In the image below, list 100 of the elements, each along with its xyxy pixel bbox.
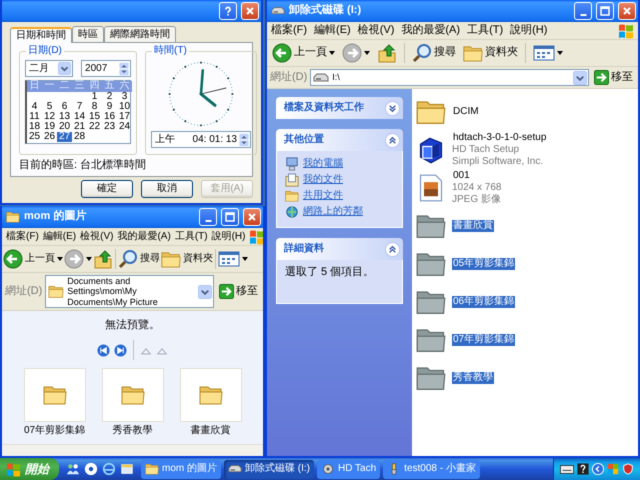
go-button[interactable]: 移至: [217, 284, 260, 300]
sidebar-link[interactable]: 網路上的芳鄰: [285, 205, 394, 219]
calendar-day[interactable]: 18: [27, 122, 42, 132]
file-name[interactable]: 06年剪影集錦: [452, 296, 516, 308]
weekday-label: 二: [57, 81, 72, 92]
menu-item[interactable]: 檔案(F): [6, 230, 39, 242]
menu-item[interactable]: 我的最愛(A): [401, 24, 460, 38]
year-spinner[interactable]: 2007: [81, 60, 131, 77]
calendar-day[interactable]: 28: [72, 132, 87, 142]
calendar-day[interactable]: 1: [87, 92, 102, 102]
panel-title: 檔案及資料夾工作: [284, 102, 365, 114]
sidebar-link[interactable]: 我的電腦: [285, 157, 394, 171]
file-name[interactable]: 07年剪影集錦: [452, 334, 516, 346]
back-button[interactable]: 上一頁: [270, 42, 337, 64]
file-detail: HD Tach Setup: [452, 144, 520, 156]
menu-item[interactable]: 工具(T): [467, 24, 504, 38]
calendar-day[interactable]: 6: [57, 102, 72, 112]
calendar-day[interactable]: 4: [27, 102, 42, 112]
menu-item[interactable]: 檢視(V): [80, 230, 114, 242]
calendar-day[interactable]: 3: [117, 92, 132, 102]
weekday-label: 四: [87, 81, 102, 92]
search-button[interactable]: 搜尋: [118, 248, 160, 270]
window-title: mom 的圖片: [24, 210, 88, 224]
sidebar-link[interactable]: 我的文件: [285, 173, 394, 187]
menu-item[interactable]: 編輯(E): [42, 230, 76, 242]
dialog-button[interactable]: 取消: [141, 180, 193, 198]
file-name[interactable]: 書畫欣賞: [452, 220, 494, 232]
calendar-day[interactable]: 16: [102, 112, 117, 122]
taskbar-button[interactable]: 卸除式磁碟 (I:): [224, 460, 314, 478]
dialog-button[interactable]: 確定: [81, 180, 133, 198]
panel-header[interactable]: 檔案及資料夾工作: [276, 97, 403, 119]
folders-button[interactable]: 資料夾: [461, 44, 520, 62]
calendar-day[interactable]: 17: [117, 112, 132, 122]
group-title: 時間(T): [152, 45, 189, 57]
address-text: I:\: [332, 72, 341, 83]
address-label: 網址(D): [5, 284, 42, 298]
menu-item[interactable]: 我的最愛(A): [117, 230, 171, 242]
weekday-label: 日: [27, 81, 42, 92]
file-name[interactable]: hdtach-3-0-1-0-setup: [452, 132, 548, 144]
menu-item[interactable]: 工具(T): [174, 230, 208, 242]
tab[interactable]: 時區: [72, 26, 104, 42]
calendar-day[interactable]: 24: [117, 122, 132, 132]
taskbar-button[interactable]: HD Tach: [317, 460, 380, 478]
time-spinner[interactable]: 上午 04: 01: 13: [151, 131, 251, 148]
menu-item[interactable]: 檔案(F): [271, 24, 308, 38]
back-button[interactable]: 上一頁: [3, 248, 63, 270]
menu-item[interactable]: 檢視(V): [358, 24, 394, 38]
calendar-day[interactable]: 20: [57, 122, 72, 132]
thumbnail-label: 秀香教學: [112, 425, 152, 438]
go-button[interactable]: 移至: [592, 70, 635, 85]
menu-item[interactable]: 說明(H): [510, 24, 548, 38]
calendar-day[interactable]: 23: [102, 122, 117, 132]
menu-item[interactable]: 編輯(E): [314, 24, 351, 38]
file-name[interactable]: 05年剪影集錦: [452, 258, 516, 270]
time-zone-text: 目前的時區: 台北標準時間: [19, 159, 148, 172]
panel-title: 詳細資料: [284, 243, 325, 255]
month-value: 二月: [29, 62, 50, 74]
calendar-day[interactable]: 15: [87, 112, 102, 122]
calendar-day[interactable]: 27: [57, 132, 72, 142]
file-detail: JPEG 影像: [452, 194, 501, 206]
file-detail: 1024 x 768: [452, 182, 502, 194]
address-field[interactable]: Documents and Settings\mom\My Documents\My Picture: [45, 275, 214, 308]
calendar-day[interactable]: 19: [42, 122, 57, 132]
group-title: 日期(D): [26, 45, 64, 57]
calendar-day[interactable]: 11: [27, 112, 42, 122]
calendar-day[interactable]: 7: [72, 102, 87, 112]
calendar-day[interactable]: 14: [72, 112, 87, 122]
file-name[interactable]: DCIM: [452, 106, 480, 118]
tab[interactable]: 網際網路時間: [104, 26, 176, 42]
address-field[interactable]: I:\: [310, 69, 589, 86]
window-title: 卸除式磁碟 (I:): [289, 4, 362, 18]
calendar-day[interactable]: 10: [117, 102, 132, 112]
calendar-day[interactable]: 8: [87, 102, 102, 112]
file-name[interactable]: 001: [452, 170, 471, 182]
calendar-day[interactable]: 2: [102, 92, 117, 102]
calendar-day[interactable]: 21: [72, 122, 87, 132]
calendar-day[interactable]: 13: [57, 112, 72, 122]
weekday-label: 一: [42, 81, 57, 92]
time-period: 上午: [155, 134, 175, 146]
taskbar-button[interactable]: mom 的圖片: [141, 460, 221, 478]
preview-message: 無法預覽。: [105, 319, 160, 332]
weekday-label: 三: [72, 81, 87, 92]
calendar-day[interactable]: 9: [102, 102, 117, 112]
search-button[interactable]: 搜尋: [410, 42, 458, 64]
tab[interactable]: 日期和時間: [10, 27, 72, 43]
calendar-day[interactable]: 26: [42, 132, 57, 142]
menu-item[interactable]: 說明(H): [212, 230, 246, 242]
calendar-day[interactable]: 22: [87, 122, 102, 132]
year-value: 2007: [85, 62, 108, 74]
calendar-day[interactable]: 5: [42, 102, 57, 112]
panel-header[interactable]: 其他位置: [276, 129, 403, 151]
panel-header[interactable]: 詳細資料: [276, 238, 403, 260]
folders-button[interactable]: 資料夾: [161, 250, 213, 268]
calendar-day[interactable]: 12: [42, 112, 57, 122]
taskbar-button[interactable]: test008 - 小畫家: [383, 460, 480, 478]
calendar-day[interactable]: 25: [27, 132, 42, 142]
thumbnail-label: 書畫欣賞: [190, 425, 230, 438]
month-dropdown[interactable]: 二月: [25, 60, 74, 77]
file-name[interactable]: 秀香教學: [452, 372, 494, 384]
sidebar-link[interactable]: 共用文件: [285, 189, 394, 203]
